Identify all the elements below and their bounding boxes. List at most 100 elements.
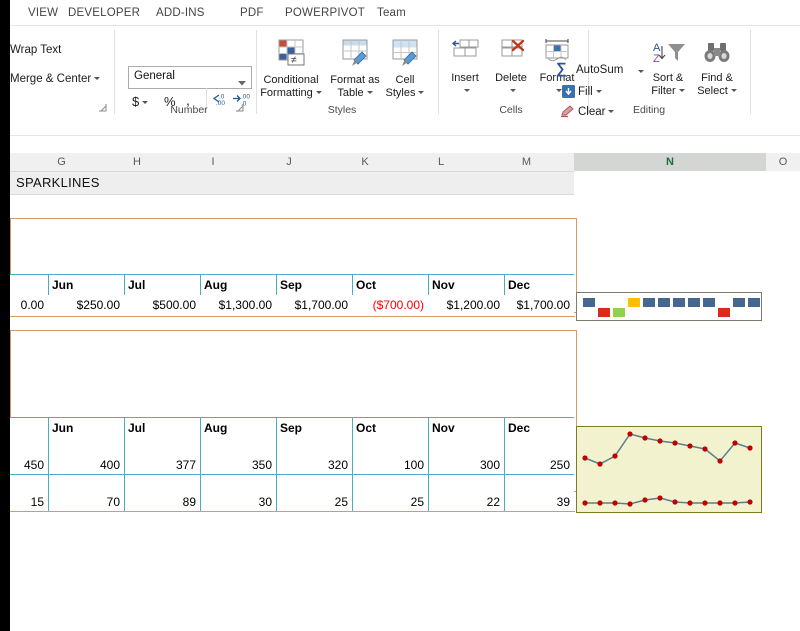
block2-col-rule [352, 438, 353, 511]
svg-text:.00: .00 [241, 94, 250, 101]
column-header-m[interactable]: M [479, 153, 575, 171]
delete-cells-button[interactable]: Delete [488, 38, 534, 97]
block2-data-row-2[interactable]: 15 70 89 30 25 25 22 39 [10, 475, 574, 511]
insert-dropdown[interactable] [442, 85, 488, 98]
sparkline-series-2-line [585, 498, 750, 504]
autosum-button[interactable]: AutoSum [576, 64, 623, 76]
grid-body[interactable]: SPARKLINES Jun Jul Aug Sep Oct Nov Dec 0… [10, 171, 800, 631]
block2-r2-cell-oct[interactable]: 25 [352, 475, 428, 511]
chevron-down-icon[interactable] [418, 91, 424, 94]
column-header-k[interactable]: K [327, 153, 404, 171]
block2-r1-cell-nov[interactable]: 300 [428, 438, 504, 474]
alignment-dialog-launcher[interactable] [98, 103, 107, 112]
block1-header-jul: Jul [124, 275, 200, 295]
worksheet[interactable]: G H I J K L M N O SPARKLINES Jun Jul Aug [10, 127, 800, 631]
block2-header-row: Jun Jul Aug Sep Oct Nov Dec [10, 417, 574, 439]
block1-cell-oct[interactable]: ($700.00) [352, 295, 428, 315]
block2-header-dec: Dec [504, 418, 574, 438]
tab-view[interactable]: VIEW [28, 4, 58, 23]
column-header-l[interactable]: L [403, 153, 480, 171]
wrap-text-button[interactable]: Wrap Text [10, 44, 61, 56]
chevron-down-icon[interactable] [596, 90, 602, 93]
block1-cell-nov[interactable]: $1,200.00 [428, 295, 504, 315]
winloss-bar-10 [718, 308, 730, 317]
block2-r1-cell-aug[interactable]: 350 [200, 438, 276, 474]
block2-r1-cell-sep[interactable]: 320 [276, 438, 352, 474]
insert-cells-button[interactable]: Insert [442, 38, 488, 97]
chevron-down-icon[interactable] [94, 77, 100, 80]
binoculars-icon [692, 40, 742, 69]
block2-header-nov: Nov [428, 418, 504, 438]
merge-center-button[interactable]: Merge & Center [10, 73, 100, 85]
number-dialog-launcher[interactable] [235, 103, 244, 112]
column-header-partial[interactable] [10, 153, 25, 171]
chevron-down-icon[interactable] [731, 89, 737, 92]
sort-filter-button[interactable]: A Z Sort & Filter [644, 40, 692, 97]
column-header-i[interactable]: I [175, 153, 252, 171]
delete-dropdown[interactable] [488, 85, 534, 98]
block1-cell-aug[interactable]: $1,300.00 [200, 295, 276, 315]
conditional-formatting-icon: ≠ [252, 38, 330, 71]
tab-pdf[interactable]: PDF [240, 4, 264, 23]
line-sparkline-group[interactable] [576, 426, 762, 513]
block2-r1-cell-jun[interactable]: 400 [48, 438, 124, 474]
win-loss-sparkline[interactable] [576, 292, 762, 321]
block1-cell-jun[interactable]: $250.00 [48, 295, 124, 315]
conditional-formatting-button[interactable]: ≠ Conditional Formatting [252, 38, 330, 99]
block2-r2-cell-may[interactable]: 15 [10, 475, 48, 511]
chevron-down-icon[interactable] [510, 89, 516, 92]
formula-bar-divider [10, 135, 800, 136]
block2-header-oct: Oct [352, 418, 428, 438]
block2-r2-cell-aug[interactable]: 30 [200, 475, 276, 511]
autosum-dropdown[interactable] [635, 66, 644, 78]
column-header-g[interactable]: G [24, 153, 100, 171]
chevron-down-icon[interactable] [679, 89, 685, 92]
block2-r2-cell-nov[interactable]: 22 [428, 475, 504, 511]
block2-r2-cell-jun[interactable]: 70 [48, 475, 124, 511]
block2-r1-cell-may[interactable]: 450 [10, 438, 48, 474]
format-as-table-icon [328, 38, 382, 71]
tab-add-ins[interactable]: ADD-INS [156, 4, 205, 23]
chevron-down-icon[interactable] [556, 89, 562, 92]
sparkline-series-1-line [585, 434, 750, 464]
tab-developer[interactable]: DEVELOPER [68, 4, 140, 23]
conditional-formatting-label-line1: Conditional [252, 74, 330, 87]
block1-data-row[interactable]: 0.00 $250.00 $500.00 $1,300.00 $1,700.00… [10, 295, 574, 315]
tab-powerpivot[interactable]: POWERPIVOT [285, 4, 365, 23]
column-header-j[interactable]: J [251, 153, 328, 171]
block2-r2-cell-jul[interactable]: 89 [124, 475, 200, 511]
block2-r2-cell-sep[interactable]: 25 [276, 475, 352, 511]
block2-r2-cell-dec[interactable]: 39 [504, 475, 574, 511]
block1-cell-sep[interactable]: $1,700.00 [276, 295, 352, 315]
svg-text:≠: ≠ [291, 55, 297, 66]
ribbon-content: Wrap Text Merge & Center General $ % [10, 26, 800, 118]
block2-r1-cell-dec[interactable]: 250 [504, 438, 574, 474]
chevron-down-icon[interactable] [316, 91, 322, 94]
fill-button[interactable]: Fill [578, 86, 602, 98]
chevron-down-icon[interactable] [367, 91, 373, 94]
winloss-bar-6 [658, 298, 670, 307]
format-as-table-button[interactable]: Format as Table [328, 38, 382, 99]
winloss-bar-9 [703, 298, 715, 307]
block1-cell-may[interactable]: 0.00 [10, 295, 48, 315]
tab-team[interactable]: Team [377, 4, 406, 23]
cell-styles-button[interactable]: Cell Styles [380, 38, 430, 99]
chevron-down-icon[interactable] [238, 75, 246, 89]
block1-cell-dec[interactable]: $1,700.00 [504, 295, 574, 315]
insert-cells-icon [442, 38, 488, 69]
block2-data-row-1[interactable]: 450 400 377 350 320 100 300 250 [10, 438, 574, 474]
editing-group-label: Editing [556, 104, 742, 116]
block1-cell-jul[interactable]: $500.00 [124, 295, 200, 315]
find-select-button[interactable]: Find & Select [692, 40, 742, 97]
chevron-down-icon[interactable] [464, 89, 470, 92]
column-header-n[interactable]: N [574, 153, 767, 173]
number-format-select[interactable]: General [128, 66, 252, 89]
column-header-o[interactable]: O [766, 153, 800, 171]
block2-header-jun: Jun [48, 418, 124, 438]
conditional-formatting-label-line2: Formatting [252, 87, 330, 100]
block2-r1-cell-jul[interactable]: 377 [124, 438, 200, 474]
column-header-h[interactable]: H [99, 153, 176, 171]
block2-r1-cell-oct[interactable]: 100 [352, 438, 428, 474]
block2-header-blank [10, 418, 48, 438]
block2-col-rule [124, 438, 125, 511]
